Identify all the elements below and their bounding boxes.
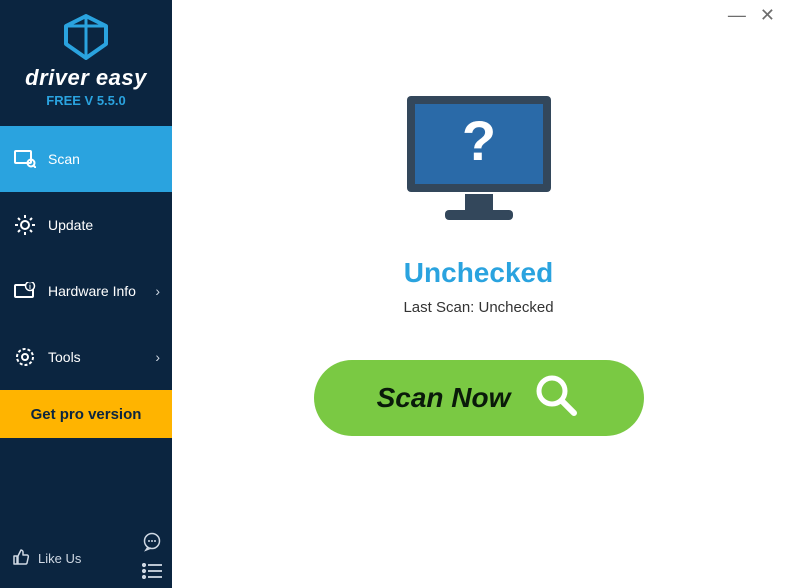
sidebar: driver easy FREE V 5.5.0 Scan [0,0,172,588]
sidebar-bottom: Like Us [0,528,172,588]
feedback-icon[interactable] [142,532,162,555]
minimize-button[interactable]: — [728,6,746,24]
window-controls: — ✕ [728,6,775,24]
like-us-button[interactable]: Like Us [12,548,81,569]
status-subtitle: Last Scan: Unchecked [403,299,553,316]
tools-icon [14,346,36,368]
last-scan-value: Unchecked [479,299,554,316]
close-button[interactable]: ✕ [760,6,775,24]
scan-now-label: Scan Now [377,382,511,414]
sidebar-item-update[interactable]: Update [0,192,172,258]
status-title: Unchecked [404,257,553,289]
gear-icon [14,214,36,236]
sidebar-item-hardware-info[interactable]: i Hardware Info › [0,258,172,324]
sidebar-item-label: Scan [48,151,80,167]
brand-logo-icon [61,14,111,65]
nav: Scan Update [0,126,172,390]
sidebar-item-label: Tools [48,349,81,365]
main-area: — ✕ ? Unchecked Last Scan: Unchecked Sca… [172,0,785,588]
svg-text:i: i [29,284,31,291]
get-pro-label: Get pro version [31,406,142,423]
svg-text:?: ? [461,109,495,172]
sidebar-item-label: Hardware Info [48,283,136,299]
chevron-right-icon: › [155,283,160,299]
brand-area: driver easy FREE V 5.5.0 [0,0,172,118]
chevron-right-icon: › [155,349,160,365]
monitor-icon: ? [399,90,559,235]
sidebar-spacer [0,438,172,528]
sidebar-item-scan[interactable]: Scan [0,126,172,192]
brand-name: driver easy [25,65,147,91]
scan-icon [14,148,36,170]
thumbs-up-icon [12,548,30,569]
menu-list-icon[interactable] [142,563,162,582]
scan-now-button[interactable]: Scan Now [314,360,644,436]
magnifier-icon [532,371,580,426]
hardware-info-icon: i [14,280,36,302]
last-scan-label: Last Scan: [403,299,478,316]
brand-version: FREE V 5.5.0 [46,93,125,108]
sidebar-item-tools[interactable]: Tools › [0,324,172,390]
get-pro-button[interactable]: Get pro version [0,390,172,438]
like-us-label: Like Us [38,551,81,566]
sidebar-item-label: Update [48,217,93,233]
